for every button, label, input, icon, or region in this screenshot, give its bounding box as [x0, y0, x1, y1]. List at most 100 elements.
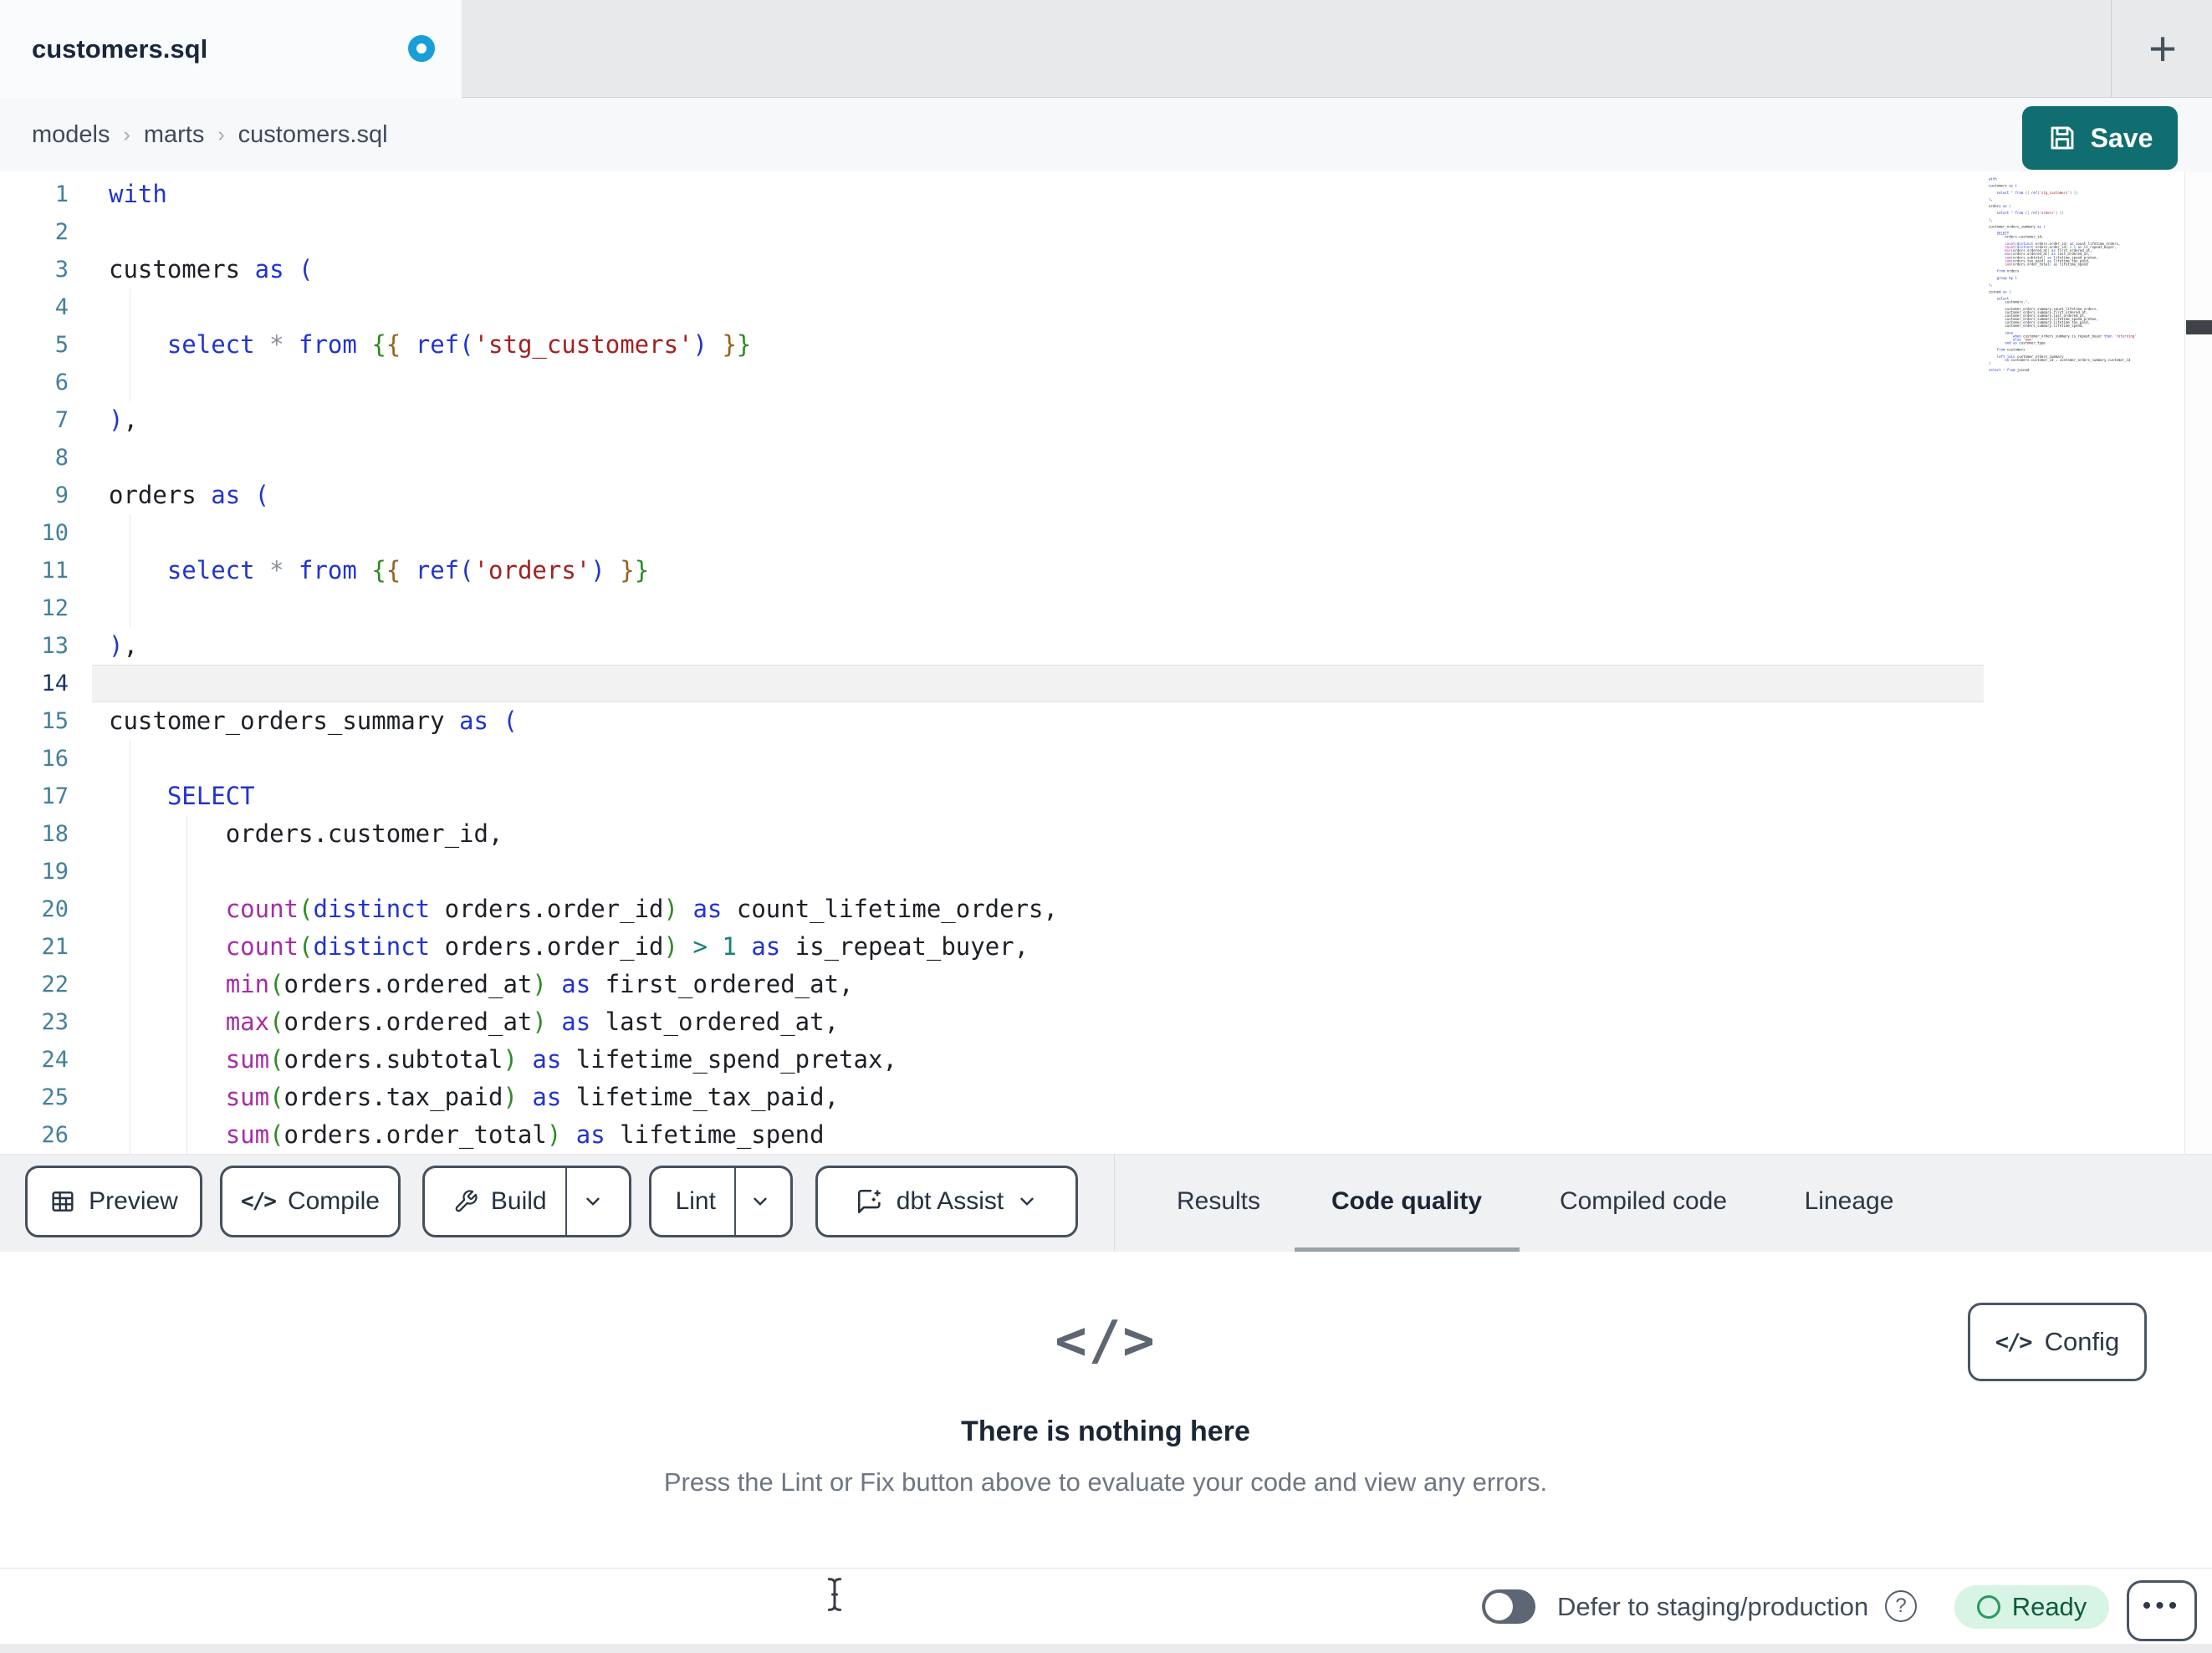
- minimap-content: with customers as ( select * from {{ ref…: [1989, 177, 2137, 373]
- indent-guide: [186, 853, 187, 890]
- code-lines: 1 with 2 3 customers as ( 4 5 select * from {{…: [0, 176, 2212, 1154]
- tab-code-quality[interactable]: Code quality: [1331, 1155, 1482, 1248]
- compile-button[interactable]: </> Compile: [220, 1166, 401, 1237]
- breadcrumb-bar: models › marts › customers.sql: [0, 98, 2212, 262]
- code-line[interactable]: 18 orders.customer_id,: [0, 815, 2212, 853]
- line-number: 25: [41, 1084, 69, 1110]
- breadcrumb: models › marts › customers.sql: [32, 98, 388, 171]
- config-button[interactable]: </> Config: [1968, 1303, 2147, 1381]
- tab-customers-sql[interactable]: customers.sql: [0, 0, 462, 98]
- line-number: 7: [54, 407, 69, 433]
- code-line[interactable]: 4: [0, 288, 2212, 326]
- code-line[interactable]: 1 with: [0, 176, 2212, 213]
- line-number: 12: [41, 595, 69, 621]
- code-line[interactable]: 14: [0, 665, 2212, 702]
- save-floppy-icon: [2051, 126, 2074, 150]
- code-line[interactable]: 26 sum(orders.order_total) as lifetime_s…: [0, 1116, 2212, 1154]
- breadcrumb-separator: ›: [217, 122, 225, 146]
- code-quality-panel: </> There is nothing here Press the Lint…: [0, 1252, 2212, 1568]
- chat-sparkle-icon: [857, 1189, 881, 1214]
- code-line[interactable]: 10: [0, 514, 2212, 552]
- lint-button-label: Lint: [675, 1187, 716, 1215]
- code-line[interactable]: 13),: [0, 627, 2212, 665]
- line-number: 14: [41, 671, 69, 696]
- chevron-down-icon: [586, 1197, 600, 1206]
- code-line[interactable]: 2: [0, 213, 2212, 251]
- code-icon: </>: [240, 1189, 277, 1214]
- breadcrumb-item-file[interactable]: customers.sql: [238, 121, 388, 149]
- code-line[interactable]: 11 select * from {{ ref('orders') }}: [0, 552, 2212, 589]
- line-number: 6: [54, 370, 69, 395]
- defer-toggle[interactable]: [1482, 1589, 1535, 1624]
- tab-compiled-code[interactable]: Compiled code: [1560, 1155, 1727, 1248]
- code-line[interactable]: 16: [0, 740, 2212, 778]
- line-number: 18: [41, 821, 69, 847]
- build-split-button: Build: [422, 1166, 631, 1237]
- line-number: 22: [41, 972, 69, 997]
- line-number: 19: [41, 859, 69, 885]
- wrench-icon: [455, 1190, 478, 1212]
- build-button-label: Build: [490, 1187, 547, 1215]
- dbt-assist-button-label: dbt Assist: [896, 1187, 1004, 1215]
- unsaved-changes-dot-icon: [408, 35, 435, 62]
- code-line[interactable]: 24 sum(orders.subtotal) as lifetime_spen…: [0, 1041, 2212, 1079]
- empty-state-code-icon: </>: [1055, 1310, 1157, 1372]
- breadcrumb-item-marts[interactable]: marts: [144, 121, 205, 149]
- line-number: 23: [41, 1009, 69, 1035]
- code-line[interactable]: 8: [0, 439, 2212, 477]
- status-badge: Ready: [1954, 1585, 2109, 1629]
- build-dropdown-button[interactable]: [567, 1168, 619, 1235]
- dbt-assist-button[interactable]: dbt Assist: [815, 1166, 1078, 1237]
- code-line[interactable]: 7),: [0, 401, 2212, 439]
- editor-scrollbar[interactable]: [2184, 171, 2212, 1154]
- editor-tab-bar: customers.sql +: [0, 0, 2212, 98]
- line-number: 4: [54, 294, 69, 320]
- code-line[interactable]: 3 customers as (: [0, 251, 2212, 288]
- line-number: 11: [41, 558, 69, 584]
- minimap[interactable]: with customers as ( select * from {{ ref…: [1989, 177, 2153, 579]
- tab-lineage[interactable]: Lineage: [1805, 1155, 1894, 1248]
- code-line[interactable]: 5 select * from {{ ref('stg_customers') …: [0, 326, 2212, 364]
- line-number: 2: [54, 219, 69, 245]
- code-line[interactable]: 9 orders as (: [0, 477, 2212, 514]
- window-bottom-edge: [0, 1644, 2212, 1653]
- lint-button[interactable]: Lint: [657, 1168, 734, 1235]
- code-line[interactable]: 20 count(distinct orders.order_id) as co…: [0, 890, 2212, 928]
- code-editor[interactable]: 1 with 2 3 customers as ( 4 5 select * from {{…: [0, 171, 2212, 1154]
- code-line[interactable]: 25 sum(orders.tax_paid) as lifetime_tax_…: [0, 1079, 2212, 1116]
- breadcrumb-separator: ›: [123, 122, 130, 146]
- code-line[interactable]: 21 count(distinct orders.order_id) > 1 a…: [0, 928, 2212, 966]
- help-icon[interactable]: ?: [1885, 1590, 1917, 1622]
- code-line[interactable]: 22 min(orders.ordered_at) as first_order…: [0, 966, 2212, 1003]
- lint-dropdown-button[interactable]: [736, 1168, 784, 1235]
- table-icon: [52, 1191, 74, 1212]
- lint-split-button: Lint: [649, 1166, 793, 1237]
- code-line[interactable]: 19: [0, 853, 2212, 890]
- code-line[interactable]: 17 SELECT: [0, 778, 2212, 815]
- code-line[interactable]: 6: [0, 364, 2212, 401]
- save-button[interactable]: Save: [2022, 106, 2178, 170]
- more-options-button[interactable]: •••: [2127, 1580, 2197, 1641]
- status-circle-icon: [1976, 1595, 2000, 1619]
- toggle-knob: [1485, 1593, 1513, 1620]
- build-button[interactable]: Build: [435, 1168, 565, 1235]
- empty-state-title: There is nothing here: [961, 1416, 1250, 1447]
- scrollbar-thumb[interactable]: [2186, 320, 2212, 334]
- code-icon: </>: [1995, 1329, 2033, 1355]
- defer-label: Defer to staging/production: [1557, 1591, 1869, 1621]
- breadcrumb-item-models[interactable]: models: [32, 121, 110, 149]
- config-button-label: Config: [2044, 1327, 2120, 1356]
- tab-results[interactable]: Results: [1177, 1155, 1260, 1248]
- ellipsis-icon: •••: [2142, 1591, 2182, 1620]
- preview-button-label: Preview: [89, 1187, 178, 1215]
- code-line[interactable]: 23 max(orders.ordered_at) as last_ordere…: [0, 1003, 2212, 1041]
- panel-splitter[interactable]: [1114, 1155, 1115, 1253]
- code-line[interactable]: 15 customer_orders_summary as (: [0, 702, 2212, 740]
- new-tab-button[interactable]: +: [2129, 15, 2196, 82]
- line-number: 10: [41, 520, 69, 546]
- code-line[interactable]: 12: [0, 589, 2212, 627]
- line-number: 8: [54, 445, 69, 471]
- status-badge-label: Ready: [2011, 1592, 2087, 1621]
- line-number: 20: [41, 896, 69, 922]
- preview-button[interactable]: Preview: [25, 1166, 202, 1237]
